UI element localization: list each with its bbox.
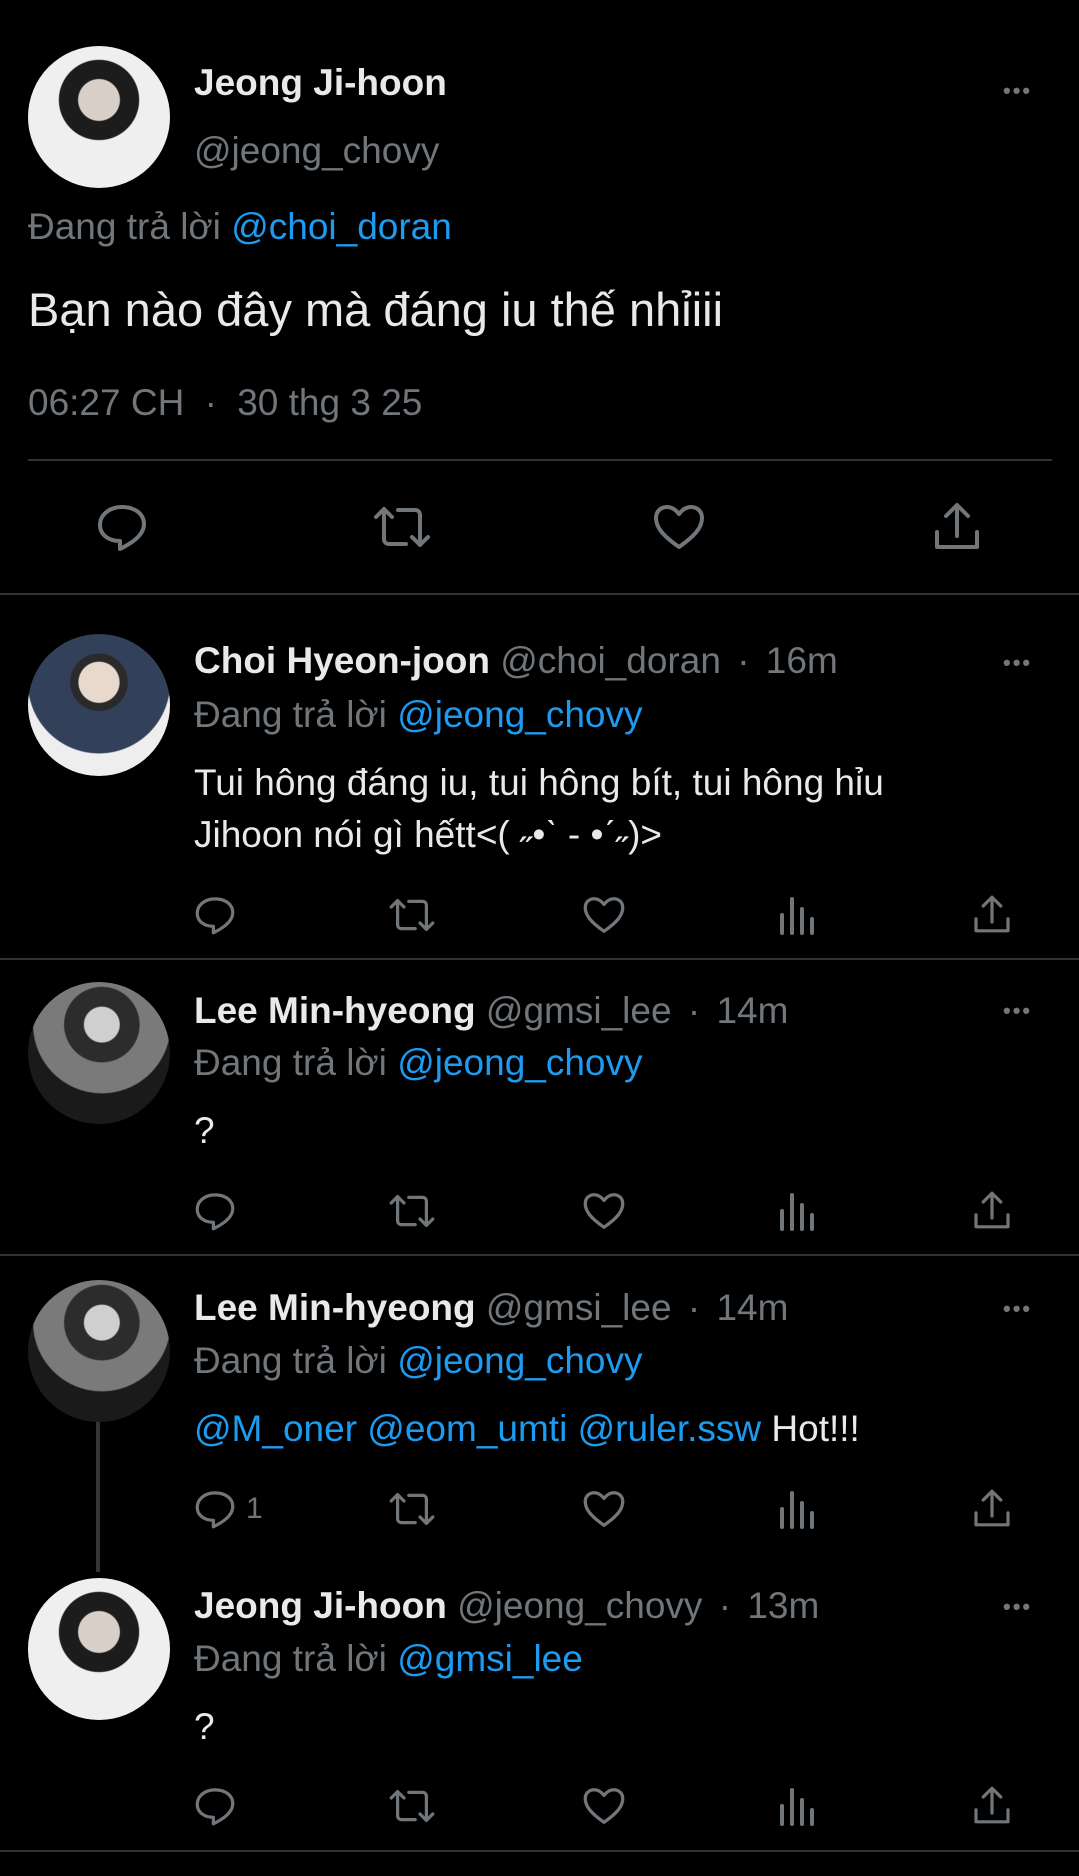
separator: · <box>204 382 217 423</box>
divider <box>0 593 1079 595</box>
tweet-header: Lee Min-hyeong @gmsi_lee · 14m <box>194 990 788 1032</box>
handle[interactable]: @jeong_chovy <box>457 1585 702 1626</box>
like-icon[interactable] <box>582 1489 626 1529</box>
display-name[interactable]: Jeong Ji-hoon <box>194 1585 447 1626</box>
more-icon[interactable]: ••• <box>1003 80 1032 102</box>
views-icon[interactable] <box>778 1487 816 1529</box>
retweet-icon[interactable] <box>372 505 432 549</box>
reply-prefix: Đang trả lời <box>194 1638 387 1679</box>
avatar[interactable] <box>28 634 170 776</box>
views-icon[interactable] <box>778 1189 816 1231</box>
reply-icon[interactable] <box>194 895 236 935</box>
like-icon[interactable] <box>582 1786 626 1826</box>
display-name[interactable]: Jeong Ji-hoon <box>194 62 447 104</box>
share-icon[interactable] <box>972 893 1012 935</box>
time[interactable]: 06:27 CH <box>28 382 184 423</box>
mention-link[interactable]: @M_oner <box>194 1408 357 1449</box>
like-icon[interactable] <box>582 1191 626 1231</box>
mention-link[interactable]: @eom_umti <box>367 1408 567 1449</box>
more-icon[interactable]: ••• <box>1003 1596 1032 1618</box>
divider <box>0 958 1079 960</box>
divider <box>0 1850 1079 1852</box>
reply-prefix: Đang trả lời <box>28 206 221 247</box>
reply-context: Đang trả lời @jeong_chovy <box>194 1340 643 1382</box>
like-icon[interactable] <box>582 895 626 935</box>
tweet-text: ? <box>194 1706 215 1747</box>
tweet-age[interactable]: 14m <box>716 1287 788 1328</box>
thread-line <box>96 1422 100 1572</box>
tweet-text-line: Tui hông đáng iu, tui hông bít, tui hông… <box>194 762 884 803</box>
handle[interactable]: @jeong_chovy <box>194 130 439 172</box>
avatar[interactable] <box>28 1280 170 1422</box>
tweet-age[interactable]: 14m <box>716 990 788 1031</box>
display-name[interactable]: Lee Min-hyeong <box>194 990 476 1031</box>
reply-context: Đang trả lời @jeong_chovy <box>194 694 643 736</box>
main-tweet: Jeong Ji-hoon @jeong_chovy ••• Đang trả … <box>0 0 1079 595</box>
reply-to-link[interactable]: @jeong_chovy <box>397 1340 642 1381</box>
handle[interactable]: @gmsi_lee <box>486 990 672 1031</box>
reply-context: Đang trả lời @gmsi_lee <box>194 1638 583 1680</box>
reply-count: 1 <box>246 1492 263 1525</box>
reply-to-link[interactable]: @choi_doran <box>231 206 452 247</box>
reply-icon[interactable] <box>194 1191 236 1231</box>
reply-icon[interactable] <box>194 1786 236 1826</box>
tweet-age[interactable]: 16m <box>766 640 838 681</box>
tweet-text-body: Hot!!! <box>771 1408 860 1449</box>
tweet-text-line: Jihoon nói gì hếtt<( ˶•ˋ ‐ •ˊ˶)> <box>194 814 663 855</box>
more-icon[interactable]: ••• <box>1003 1000 1032 1022</box>
handle[interactable]: @gmsi_lee <box>486 1287 672 1328</box>
more-icon[interactable]: ••• <box>1003 1298 1032 1320</box>
avatar[interactable] <box>28 982 170 1124</box>
mention-link[interactable]: @ruler.ssw <box>578 1408 762 1449</box>
display-name[interactable]: Lee Min-hyeong <box>194 1287 476 1328</box>
reply-to-link[interactable]: @jeong_chovy <box>397 1042 642 1083</box>
reply-context: Đang trả lời @choi_doran <box>28 206 452 248</box>
avatar[interactable] <box>28 46 170 188</box>
retweet-icon[interactable] <box>388 897 436 933</box>
tweet-text: ? <box>194 1110 215 1151</box>
share-icon[interactable] <box>972 1189 1012 1231</box>
share-icon[interactable] <box>972 1784 1012 1826</box>
reply-context: Đang trả lời @jeong_chovy <box>194 1042 643 1084</box>
tweet-header: Lee Min-hyeong @gmsi_lee · 14m <box>194 1287 788 1329</box>
tweet-text: @M_oner @eom_umti @ruler.ssw Hot!!! <box>194 1408 860 1450</box>
retweet-icon[interactable] <box>388 1788 436 1824</box>
avatar[interactable] <box>28 1578 170 1720</box>
share-icon[interactable] <box>932 500 982 552</box>
views-icon[interactable] <box>778 893 816 935</box>
tweet-header: Choi Hyeon-joon @choi_doran · 16m <box>194 640 838 682</box>
reply-prefix: Đang trả lời <box>194 1340 387 1381</box>
reply-icon[interactable] <box>194 1489 236 1529</box>
separator: · <box>718 1585 732 1626</box>
reply-to-link[interactable]: @jeong_chovy <box>397 694 642 735</box>
divider <box>28 459 1052 461</box>
date[interactable]: 30 thg 3 25 <box>237 382 422 423</box>
separator: · <box>737 640 750 681</box>
share-icon[interactable] <box>972 1487 1012 1529</box>
retweet-icon[interactable] <box>388 1491 436 1527</box>
reply-prefix: Đang trả lời <box>194 1042 387 1083</box>
tweet-text: Bạn nào đây mà đáng iu thế nhỉiii <box>28 283 724 336</box>
separator: · <box>687 1287 701 1328</box>
tweet-age[interactable]: 13m <box>747 1585 819 1626</box>
tweet-header: Jeong Ji-hoon @jeong_chovy · 13m <box>194 1585 819 1627</box>
display-name[interactable]: Choi Hyeon-joon <box>194 640 490 681</box>
retweet-icon[interactable] <box>388 1193 436 1229</box>
handle[interactable]: @choi_doran <box>500 640 721 681</box>
timestamp: 06:27 CH · 30 thg 3 25 <box>28 382 422 424</box>
separator: · <box>687 990 701 1031</box>
divider <box>0 1254 1079 1256</box>
reply-prefix: Đang trả lời <box>194 694 387 735</box>
views-icon[interactable] <box>778 1784 816 1826</box>
reply-to-link[interactable]: @gmsi_lee <box>397 1638 583 1679</box>
like-icon[interactable] <box>652 503 706 551</box>
reply-icon[interactable] <box>96 503 148 551</box>
more-icon[interactable]: ••• <box>1003 652 1032 674</box>
